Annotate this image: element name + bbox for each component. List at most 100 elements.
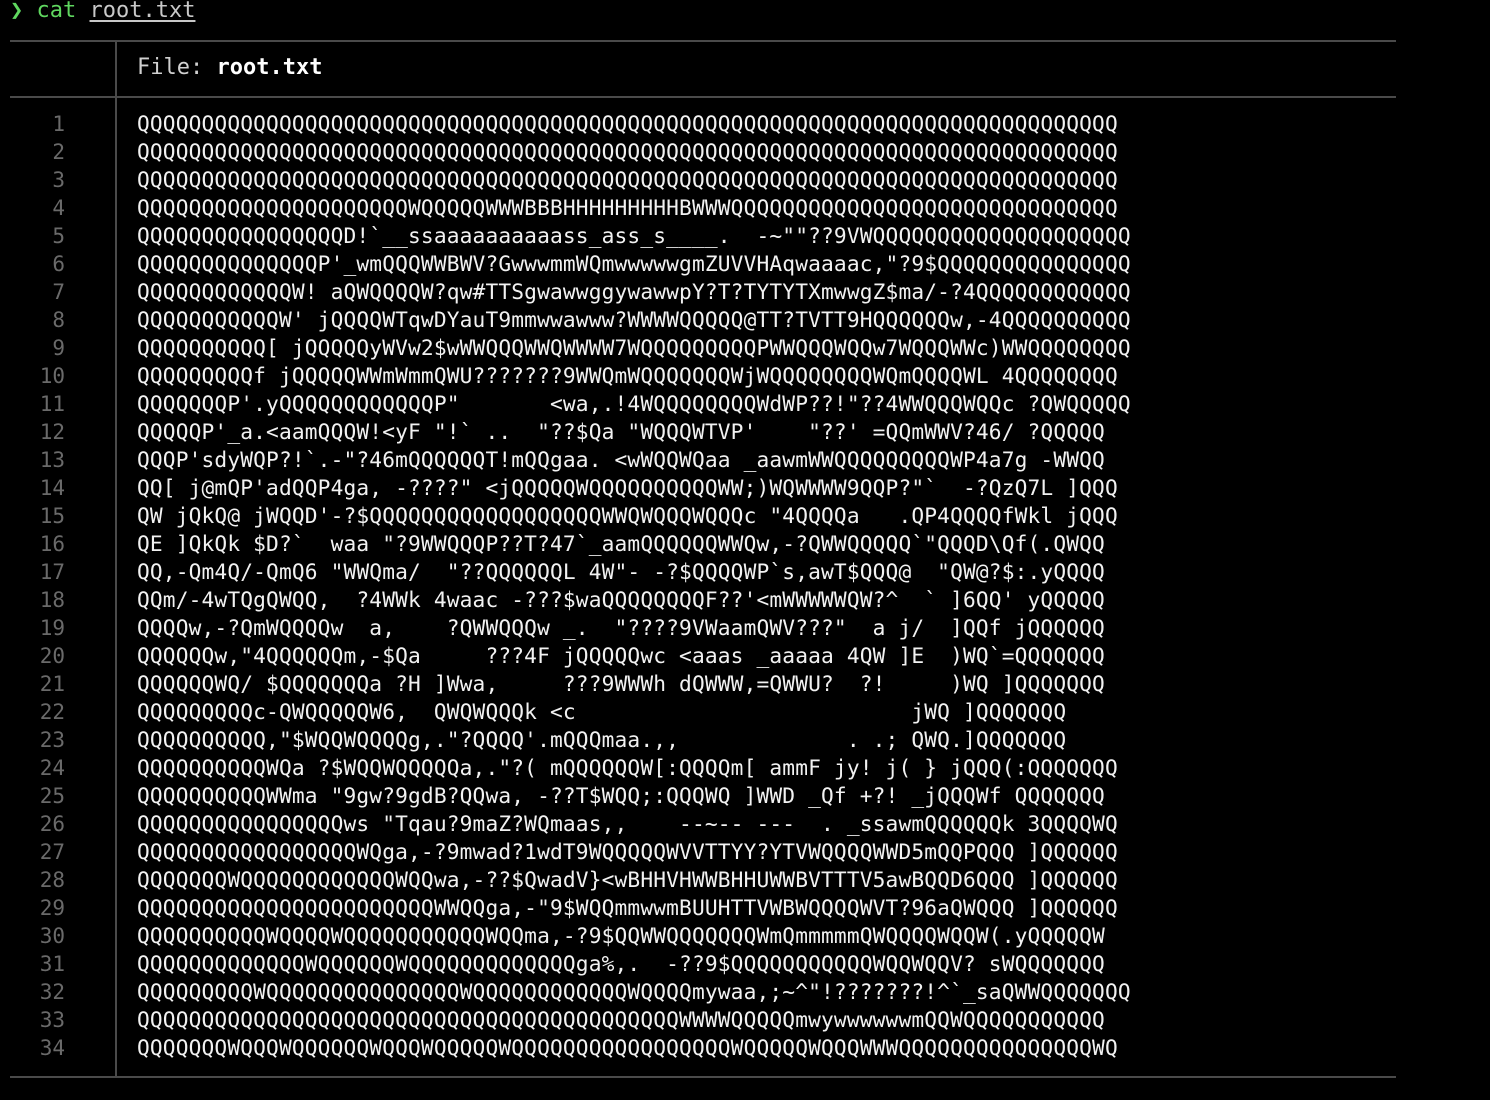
- file-line: 9 QQQQQQQQQQ[ jQQQQQyWVw2$wWWQQQWWQWWWW7W…: [0, 334, 1396, 362]
- line-text: QQQQQQQQQQQQQQQQQQQQQWQQQQQWWWBBBHHHHHHH…: [137, 195, 1118, 220]
- file-line: 24 QQQQQQQQQQWQa ?$WQQWQQQQQa,."?( mQQQQQ…: [0, 754, 1396, 782]
- line-number: 12: [39, 420, 65, 444]
- file-line: 19 QQQQw,-?QmWQQQQw a, ?QWWQQQw _. "????9…: [0, 614, 1396, 642]
- line-text: QQQQQQQWQQQWQQQQQQWQQQWQQQQQWQQQQQQQQQQQ…: [137, 1035, 1118, 1060]
- line-text: QQQQQQQQQQQQQQP'_wmQQQWWBWV?GwwwmmWQmwww…: [137, 251, 1131, 276]
- line-text: QQQQw,-?QmWQQQQw a, ?QWWQQQw _. "????9VW…: [137, 615, 1105, 640]
- line-text: QQQQQQQQQQQW' jQQQQWTqwDYauT9mmwwawww?WW…: [137, 307, 1131, 332]
- line-number: 11: [39, 392, 65, 416]
- line-number: 34: [39, 1036, 65, 1060]
- line-text: QQm/-4wTQgQWQQ, ?4WWk 4waac -???$waQQQQQ…: [137, 587, 1105, 612]
- line-text: QQQQQQw,"4QQQQQQm,-$Qa ???4F jQQQQQwc <a…: [137, 643, 1105, 668]
- file-line: 28 QQQQQQQWQQQQQQQQQQQQWQQwa,-??$QwadV}<w…: [0, 866, 1396, 894]
- line-number: 26: [39, 812, 65, 836]
- file-line: 10 QQQQQQQQQf jQQQQQWWmWmmQWU???????9WWQm…: [0, 362, 1396, 390]
- line-text: QQQQQQQQQQQQQQQQD!`__ssaaaaaaaaaass_ass_…: [137, 223, 1131, 248]
- file-header: File: root.txt: [137, 54, 322, 82]
- file-line: 1 QQQQQQQQQQQQQQQQQQQQQQQQQQQQQQQQQQQQQQQ…: [0, 110, 1396, 138]
- file-line: 33 QQQQQQQQQQQQQQQQQQQQQQQQQQQQQQQQQQQQQQ…: [0, 1006, 1396, 1034]
- line-text: QQQQQQQQQQQQQQQQQQQQQQQQQQQQQQQQQQQQQQQQ…: [137, 1007, 1105, 1032]
- line-text: QQQQQQQQQc-QWQQQQQW6, QWQWQQQk <c jWQ ]Q…: [137, 699, 1067, 724]
- line-number: 20: [39, 644, 65, 668]
- footer-rule: [10, 1076, 1396, 1078]
- file-line: 17 QQ,-Qm4Q/-QmQ6 "WWQma/ "??QQQQQQL 4W"-…: [0, 558, 1396, 586]
- line-text: QQQQQQQQQQ,"$WQQWQQQQg,."?QQQQ'.mQQQmaa.…: [137, 727, 1067, 752]
- line-number: 21: [39, 672, 65, 696]
- file-line: 2 QQQQQQQQQQQQQQQQQQQQQQQQQQQQQQQQQQQQQQQ…: [0, 138, 1396, 166]
- line-text: QQ,-Qm4Q/-QmQ6 "WWQma/ "??QQQQQQL 4W"- -…: [137, 559, 1105, 584]
- file-line: 27 QQQQQQQQQQQQQQQQQWQga,-?9mwad?1wdT9WQQ…: [0, 838, 1396, 866]
- line-text: QQQQQQQQQQQQQQQQQQQQQQQQQQQQQQQQQQQQQQQQ…: [137, 167, 1118, 192]
- file-line: 6 QQQQQQQQQQQQQQP'_wmQQQWWBWV?GwwwmmWQmww…: [0, 250, 1396, 278]
- line-number: 14: [39, 476, 65, 500]
- line-text: QQQQQQQQQWQQQQQQQQQQQQQQQWQQQQQQQQQQQQWQ…: [137, 979, 1131, 1004]
- header-top-rule: [10, 40, 1396, 42]
- line-text: QW jQkQ@ jWQQD'-?$QQQQQQQQQQQQQQQQQQWWQW…: [137, 503, 1118, 528]
- file-line: 32 QQQQQQQQQWQQQQQQQQQQQQQQQWQQQQQQQQQQQQ…: [0, 978, 1396, 1006]
- line-number: 8: [52, 308, 65, 332]
- file-line: 26 QQQQQQQQQQQQQQQQws "Tqau?9maZ?WQmaas,,…: [0, 810, 1396, 838]
- line-text: QQQQQQQQQQWQQQQWQQQQQQQQQQQWQQma,-?9$QQW…: [137, 923, 1105, 948]
- file-line: 31 QQQQQQQQQQQQQWQQQQQQWQQQQQQQQQQQQQga%,…: [0, 950, 1396, 978]
- file-line: 11 QQQQQQQP'.yQQQQQQQQQQQQP" <wa,.!4WQQQQ…: [0, 390, 1396, 418]
- line-number: 33: [39, 1008, 65, 1032]
- line-text: QQQQQQQP'.yQQQQQQQQQQQQP" <wa,.!4WQQQQQQ…: [137, 391, 1131, 416]
- file-line: 5 QQQQQQQQQQQQQQQQD!`__ssaaaaaaaaaass_ass…: [0, 222, 1396, 250]
- command-argument[interactable]: root.txt: [90, 0, 196, 23]
- file-line: 3 QQQQQQQQQQQQQQQQQQQQQQQQQQQQQQQQQQQQQQQ…: [0, 166, 1396, 194]
- line-number: 27: [39, 840, 65, 864]
- file-header-label: File:: [137, 55, 204, 80]
- line-text: QQQP'sdyWQP?!`.-"?46mQQQQQQT!mQQgaa. <wW…: [137, 447, 1105, 472]
- line-text: QQQQQQQQQQQQQWQQQQQQWQQQQQQQQQQQQQga%,. …: [137, 951, 1105, 976]
- line-text: QQQQQQQQQQQQQQQQws "Tqau?9maZ?WQmaas,, -…: [137, 811, 1118, 836]
- line-number: 9: [52, 336, 65, 360]
- file-content: 1 QQQQQQQQQQQQQQQQQQQQQQQQQQQQQQQQQQQQQQQ…: [0, 110, 1396, 1062]
- file-line: 25 QQQQQQQQQQWWma "9gw?9gdB?QQwa, -??T$WQ…: [0, 782, 1396, 810]
- file-line: 12 QQQQQP'_a.<aamQQQW!<yF "!` .. "??$Qa "…: [0, 418, 1396, 446]
- line-number: 16: [39, 532, 65, 556]
- line-text: QQQQQQQQQf jQQQQQWWmWmmQWU???????9WWQmWQ…: [137, 363, 1118, 388]
- line-number: 15: [39, 504, 65, 528]
- line-number: 7: [52, 280, 65, 304]
- line-number: 29: [39, 896, 65, 920]
- line-number: 5: [52, 224, 65, 248]
- file-line: 20 QQQQQQw,"4QQQQQQm,-$Qa ???4F jQQQQQwc …: [0, 642, 1396, 670]
- line-number: 2: [52, 140, 65, 164]
- line-number: 23: [39, 728, 65, 752]
- file-line: 4 QQQQQQQQQQQQQQQQQQQQQWQQQQQWWWBBBHHHHHH…: [0, 194, 1396, 222]
- header-gutter-divider: [115, 42, 117, 96]
- line-number: 30: [39, 924, 65, 948]
- line-number: 32: [39, 980, 65, 1004]
- file-line: 14 QQ[ j@mQP'adQQP4ga, -????" <jQQQQQWQQQ…: [0, 474, 1396, 502]
- file-line: 7 QQQQQQQQQQQQW! aQWQQQQW?qw#TTSgwawwggyw…: [0, 278, 1396, 306]
- line-number: 19: [39, 616, 65, 640]
- line-text: QQQQQQWQ/ $QQQQQQQa ?H ]Wwa, ???9WWWh dQ…: [137, 671, 1105, 696]
- line-text: QQQQQQQQQQQQQQQQQQQQQQQWWQQga,-"9$WQQmmw…: [137, 895, 1118, 920]
- line-text: QQ[ j@mQP'adQQP4ga, -????" <jQQQQQWQQQQQ…: [137, 475, 1118, 500]
- line-number: 17: [39, 560, 65, 584]
- line-text: QQQQQQQQQQWQa ?$WQQWQQQQQa,."?( mQQQQQQW…: [137, 755, 1118, 780]
- file-line: 16 QE ]QkQk $D?` waa "?9WWQQQP??T?47`_aam…: [0, 530, 1396, 558]
- line-text: QQQQQQQQQQQQQQQQQQQQQQQQQQQQQQQQQQQQQQQQ…: [137, 139, 1118, 164]
- line-text: QQQQQQQQQQQQQQQQQQQQQQQQQQQQQQQQQQQQQQQQ…: [137, 111, 1118, 136]
- shell-prompt: ❯ cat root.txt: [10, 0, 195, 25]
- file-line: 29 QQQQQQQQQQQQQQQQQQQQQQQWWQQga,-"9$WQQm…: [0, 894, 1396, 922]
- file-line: 23 QQQQQQQQQQ,"$WQQWQQQQg,."?QQQQ'.mQQQma…: [0, 726, 1396, 754]
- line-text: QQQQQQQWQQQQQQQQQQQQWQQwa,-??$QwadV}<wBH…: [137, 867, 1118, 892]
- header-bottom-rule: [10, 96, 1396, 98]
- line-text: QQQQQQQQQQQQW! aQWQQQQW?qw#TTSgwawwggywa…: [137, 279, 1131, 304]
- line-number: 3: [52, 168, 65, 192]
- line-number: 25: [39, 784, 65, 808]
- line-number: 18: [39, 588, 65, 612]
- file-line: 34 QQQQQQQWQQQWQQQQQQWQQQWQQQQQWQQQQQQQQQ…: [0, 1034, 1396, 1062]
- line-text: QQQQQQQQQQWWma "9gw?9gdB?QQwa, -??T$WQQ;…: [137, 783, 1105, 808]
- file-line: 30 QQQQQQQQQQWQQQQWQQQQQQQQQQQWQQma,-?9$Q…: [0, 922, 1396, 950]
- prompt-arrow-icon: ❯: [10, 0, 24, 23]
- line-number: 1: [52, 112, 65, 136]
- line-number: 22: [39, 700, 65, 724]
- file-header-filename: root.txt: [216, 55, 323, 80]
- line-number: 10: [39, 364, 65, 388]
- command-name: cat: [36, 0, 77, 23]
- line-text: QQQQQQQQQQQQQQQQQWQga,-?9mwad?1wdT9WQQQQ…: [137, 839, 1118, 864]
- line-number: 13: [39, 448, 65, 472]
